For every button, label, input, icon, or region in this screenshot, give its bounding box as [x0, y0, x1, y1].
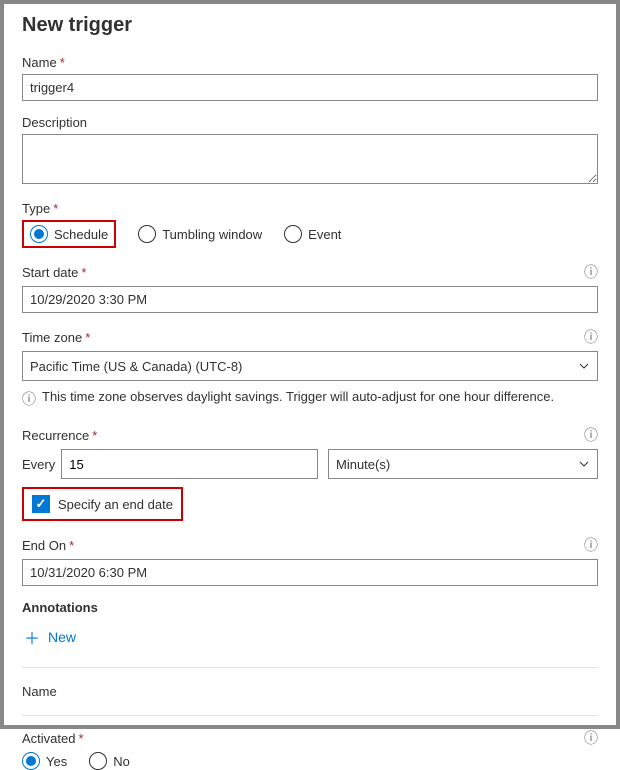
name-field: Name * — [22, 55, 598, 101]
annotations-field: Annotations ＋ New Name — [22, 600, 598, 716]
required-indicator: * — [78, 731, 83, 746]
annotations-new-button[interactable]: ＋ New — [22, 619, 78, 655]
name-input[interactable] — [22, 74, 598, 101]
info-icon[interactable]: ⓘ — [584, 425, 598, 445]
specify-end-label: Specify an end date — [58, 497, 173, 512]
info-icon[interactable]: ⓘ — [584, 262, 598, 282]
activated-field: Activated * ⓘ Yes No — [22, 728, 598, 770]
required-indicator: * — [81, 265, 86, 280]
divider — [22, 715, 598, 716]
radio-unchecked-icon — [284, 225, 302, 243]
annotations-label: Annotations — [22, 600, 98, 615]
divider — [22, 667, 598, 668]
end-on-field: End On * ⓘ — [22, 535, 598, 586]
specify-end-highlight: ✓ Specify an end date — [22, 487, 183, 521]
radio-checked-icon — [22, 752, 40, 770]
timezone-value: Pacific Time (US & Canada) (UTC-8) — [30, 359, 242, 374]
chevron-down-icon — [578, 458, 590, 470]
annotations-new-label: New — [48, 629, 76, 645]
type-label: Type — [22, 201, 50, 216]
name-label: Name — [22, 55, 57, 70]
required-indicator: * — [53, 201, 58, 216]
radio-unchecked-icon — [89, 752, 107, 770]
panel-title: New trigger — [22, 14, 598, 37]
recurrence-field: Recurrence * ⓘ Every Minute(s) — [22, 425, 598, 479]
plus-icon: ＋ — [24, 625, 40, 649]
radio-unchecked-icon — [138, 225, 156, 243]
description-input[interactable] — [22, 134, 598, 184]
checkbox-checked-icon: ✓ — [32, 495, 50, 513]
recurrence-unit-value: Minute(s) — [336, 457, 390, 472]
required-indicator: * — [92, 428, 97, 443]
type-field: Type * Schedule Tumbling window Event — [22, 201, 598, 248]
start-date-field: Start date * ⓘ — [22, 262, 598, 313]
start-date-label: Start date — [22, 265, 78, 280]
end-on-label: End On — [22, 538, 66, 553]
description-label: Description — [22, 115, 87, 130]
info-icon[interactable]: ⓘ — [584, 535, 598, 555]
recurrence-label: Recurrence — [22, 428, 89, 443]
type-tumbling-label: Tumbling window — [162, 227, 262, 242]
specify-end-checkbox[interactable]: ✓ Specify an end date — [32, 495, 173, 513]
timezone-label: Time zone — [22, 330, 82, 345]
info-icon[interactable]: ⓘ — [584, 728, 598, 748]
timezone-select[interactable]: Pacific Time (US & Canada) (UTC-8) — [22, 351, 598, 381]
end-on-input[interactable] — [22, 559, 598, 586]
info-icon: ⓘ — [22, 389, 36, 409]
activated-yes-label: Yes — [46, 754, 67, 769]
activated-radio-yes[interactable]: Yes — [22, 752, 67, 770]
info-icon[interactable]: ⓘ — [584, 327, 598, 347]
timezone-note-text: This time zone observes daylight savings… — [42, 389, 554, 404]
activated-radio-no[interactable]: No — [89, 752, 130, 770]
type-radio-tumbling[interactable]: Tumbling window — [138, 225, 262, 243]
annotations-column-header: Name — [22, 680, 598, 703]
recurrence-every-label: Every — [22, 457, 55, 472]
recurrence-unit-select[interactable]: Minute(s) — [328, 449, 598, 479]
recurrence-every-input[interactable] — [61, 449, 318, 479]
activated-label: Activated — [22, 731, 75, 746]
required-indicator: * — [60, 55, 65, 70]
type-schedule-highlight: Schedule — [22, 220, 116, 248]
timezone-field: Time zone * ⓘ Pacific Time (US & Canada)… — [22, 327, 598, 381]
activated-no-label: No — [113, 754, 130, 769]
description-field: Description — [22, 115, 598, 187]
type-schedule-label: Schedule — [54, 227, 108, 242]
required-indicator: * — [85, 330, 90, 345]
type-radio-event[interactable]: Event — [284, 225, 341, 243]
radio-checked-icon — [30, 225, 48, 243]
chevron-down-icon — [578, 360, 590, 372]
required-indicator: * — [69, 538, 74, 553]
start-date-input[interactable] — [22, 286, 598, 313]
type-event-label: Event — [308, 227, 341, 242]
timezone-note: ⓘ This time zone observes daylight savin… — [22, 389, 598, 409]
type-radio-schedule[interactable]: Schedule — [30, 225, 108, 243]
